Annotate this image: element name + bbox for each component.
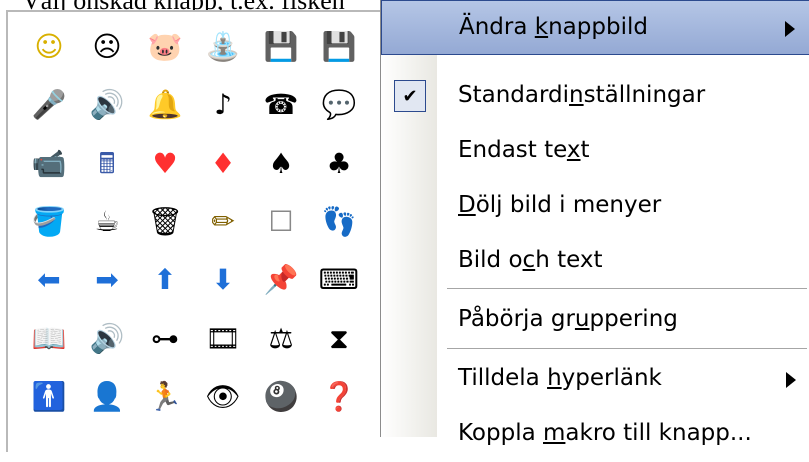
club-icon[interactable]: ♣ xyxy=(310,135,368,193)
smiley-icon[interactable]: ☺ xyxy=(20,18,78,76)
arrow-left-icon[interactable]: ⬅ xyxy=(20,251,78,309)
submenu-arrow-icon xyxy=(786,372,796,388)
head-icon[interactable]: 👤 xyxy=(78,368,136,426)
eight-ball-icon[interactable]: 🎱 xyxy=(252,368,310,426)
book-icon[interactable]: 📖 xyxy=(20,309,78,367)
speaker-icon[interactable]: 🔊 xyxy=(78,76,136,134)
heart-icon[interactable]: ♥ xyxy=(136,135,194,193)
menu-separator xyxy=(447,348,807,349)
blank-icon[interactable]: ☐ xyxy=(252,193,310,251)
menu-item-assign-hyperlink[interactable]: Tilldela hyperlänk xyxy=(381,352,809,407)
fountain-icon[interactable]: ⛲ xyxy=(194,18,252,76)
calculator-icon[interactable]: 🖩 xyxy=(78,135,136,193)
hourglass-icon[interactable]: ⧗ xyxy=(310,309,368,367)
music-note-icon[interactable]: ♪ xyxy=(194,76,252,134)
menu-item-default-style[interactable]: ✔ Standardinställningar xyxy=(381,69,809,124)
eye-icon[interactable]: 👁 xyxy=(194,368,252,426)
pushpin-icon[interactable]: 📌 xyxy=(252,251,310,309)
palette-caption: Välj önskad knapp, t.ex. fisken xyxy=(0,0,380,10)
person-icon[interactable]: 🚹 xyxy=(20,368,78,426)
context-menu: Ändra knappbild ✔ Standardinställningar … xyxy=(380,0,809,446)
sound-waves-icon[interactable]: 🔊 xyxy=(78,309,136,367)
diamond-icon[interactable]: ♦ xyxy=(194,135,252,193)
pig-icon[interactable]: 🐷 xyxy=(136,18,194,76)
menu-item-begin-group[interactable]: Påbörja gruppering xyxy=(381,293,809,348)
submenu-arrow-icon xyxy=(785,21,795,37)
menu-item-hide-image-in-menus[interactable]: Dölj bild i menyer xyxy=(381,179,809,234)
runner-icon[interactable]: 🏃 xyxy=(136,368,194,426)
menu-item-image-and-text[interactable]: Bild och text xyxy=(381,234,809,289)
button-image-palette: Välj önskad knapp, t.ex. fisken ☺☹🐷⛲💾💾🎤🔊… xyxy=(0,0,384,452)
camera-icon[interactable]: 📹 xyxy=(20,135,78,193)
phone-icon[interactable]: ☎ xyxy=(252,76,310,134)
menu-separator xyxy=(447,288,807,289)
paint-bucket-icon[interactable]: 🪣 xyxy=(20,193,78,251)
arrow-up-icon[interactable]: ⬆ xyxy=(136,251,194,309)
question-icon[interactable]: ❓ xyxy=(310,368,368,426)
key-icon[interactable]: ⊶ xyxy=(136,309,194,367)
scales-icon[interactable]: ⚖ xyxy=(252,309,310,367)
footprints-icon[interactable]: 👣 xyxy=(310,193,368,251)
spade-icon[interactable]: ♠ xyxy=(252,135,310,193)
save-icon[interactable]: 💾 xyxy=(310,18,368,76)
frown-icon[interactable]: ☹ xyxy=(78,18,136,76)
arrow-right-icon[interactable]: ➡ xyxy=(78,251,136,309)
icon-grid: ☺ ☹ 🐷 ⛲ 💾 💾 🎤 🔊 🔔 ♪ ☎ 💬 📹 🖩 ♥ ♦ ♠ ♣ 🪣 ☕ 🗑 ✏ ☐ 👣 ⬅ ➡ ⬆ ⬇ 📌 ⌨ 📖 🔊 ⊶ 🎞 ⚖ ⧗ 🚹 👤 🏃 👁… xyxy=(20,18,368,426)
microphone-icon[interactable]: 🎤 xyxy=(20,76,78,134)
menu-item-assign-macro[interactable]: Koppla makro till knapp... xyxy=(381,407,809,462)
mug-icon[interactable]: ☕ xyxy=(78,193,136,251)
speech-bubble-icon[interactable]: 💬 xyxy=(310,76,368,134)
arrow-down-icon[interactable]: ⬇ xyxy=(194,251,252,309)
trash-icon[interactable]: 🗑 xyxy=(136,193,194,251)
menu-item-change-button-image[interactable]: Ändra knappbild xyxy=(381,0,809,55)
checkmark-icon: ✔ xyxy=(394,80,426,112)
bell-icon[interactable]: 🔔 xyxy=(136,76,194,134)
menu-item-text-only[interactable]: Endast text xyxy=(381,124,809,179)
save-color-icon[interactable]: 💾 xyxy=(252,18,310,76)
pencil-icon[interactable]: ✏ xyxy=(194,193,252,251)
keyboard-icon[interactable]: ⌨ xyxy=(310,251,368,309)
film-icon[interactable]: 🎞 xyxy=(194,309,252,367)
